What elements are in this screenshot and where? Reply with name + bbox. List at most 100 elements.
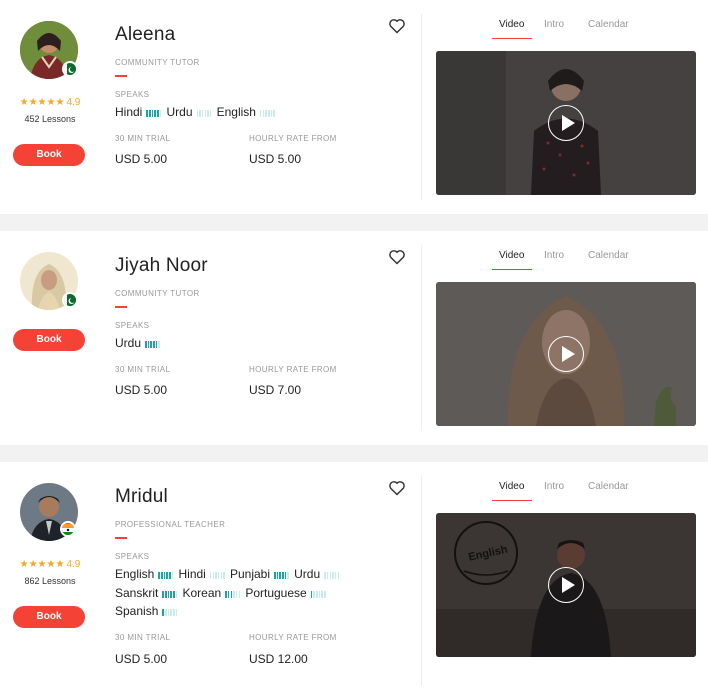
star-icon: ★★★★★ (19, 559, 65, 570)
vertical-divider (421, 245, 422, 431)
language-name: Korean (182, 586, 222, 600)
tab-calendar[interactable]: Calendar (588, 19, 629, 30)
language-name: Urdu (115, 336, 142, 350)
tutor-type: PROFESSIONAL TEACHER (115, 520, 226, 529)
language-item: Urdu (294, 567, 340, 582)
hourly-rate: USD 12.00 (249, 652, 308, 666)
speaks-label: SPEAKS (115, 90, 150, 99)
rating: ★★★★★ 4.9 (0, 97, 100, 108)
divider (115, 537, 127, 539)
proficiency-bars (310, 587, 327, 601)
language-name: Urdu (166, 105, 193, 119)
proficiency-bars (225, 587, 241, 601)
video-player[interactable] (436, 282, 696, 426)
trial-price: USD 5.00 (115, 383, 168, 397)
pakistan-flag-icon (62, 292, 78, 308)
tutor-card: ★★★★★ 4.9 862 Lessons Book Mridul PROFESS… (0, 462, 708, 691)
lesson-count: 862 Lessons (24, 576, 76, 586)
proficiency-bars (274, 568, 290, 582)
tab-video[interactable]: Video (499, 19, 524, 30)
language-list: Spanish (115, 604, 183, 619)
india-flag-icon (60, 521, 76, 537)
language-name: Hindi (115, 105, 143, 119)
rating-value: 4.9 (66, 559, 81, 570)
proficiency-bars (158, 568, 174, 582)
heart-outline-icon[interactable] (388, 249, 406, 265)
language-list: Sanskrit Korean Portuguese (115, 586, 331, 601)
active-tab-indicator (492, 269, 532, 270)
heart-outline-icon[interactable] (388, 18, 406, 34)
play-circle-icon[interactable] (548, 336, 584, 372)
video-player[interactable]: English (436, 513, 696, 657)
tab-intro[interactable]: Intro (544, 250, 564, 261)
rate-label: HOURLY RATE FROM (249, 134, 337, 143)
tutor-type: COMMUNITY TUTOR (115, 289, 200, 298)
trial-label: 30 MIN TRIAL (115, 365, 171, 374)
language-name: Sanskrit (115, 586, 159, 600)
proficiency-bars (196, 106, 213, 120)
proficiency-bars (209, 568, 226, 582)
trial-price: USD 5.00 (115, 152, 168, 166)
trial-label: 30 MIN TRIAL (115, 633, 171, 642)
pakistan-flag-icon (62, 61, 78, 77)
rate-label: HOURLY RATE FROM (249, 365, 337, 374)
language-name: Urdu (294, 567, 321, 581)
book-button[interactable]: Book (13, 329, 85, 351)
tab-intro[interactable]: Intro (544, 481, 564, 492)
proficiency-bars (145, 337, 161, 351)
tab-intro[interactable]: Intro (544, 19, 564, 30)
language-name: Spanish (115, 604, 159, 618)
divider (115, 75, 127, 77)
language-item: Hindi (115, 105, 162, 120)
active-tab-indicator (492, 38, 532, 39)
proficiency-bars (162, 605, 178, 619)
tab-calendar[interactable]: Calendar (588, 250, 629, 261)
tutor-card: ★★★★★ 4.9 452 Lessons Book Aleena COMMUNI… (0, 0, 708, 214)
language-name: Punjabi (229, 567, 270, 581)
tab-video[interactable]: Video (499, 481, 524, 492)
language-name: Portuguese (245, 586, 307, 600)
rating: ★★★★★ 4.9 (0, 559, 100, 570)
tutor-type: COMMUNITY TUTOR (115, 58, 200, 67)
book-button[interactable]: Book (13, 144, 85, 166)
trial-price: USD 5.00 (115, 652, 168, 666)
lesson-count: 452 Lessons (24, 114, 76, 124)
vertical-divider (421, 14, 422, 200)
language-item: Spanish (115, 604, 179, 619)
video-player[interactable] (436, 51, 696, 195)
hourly-rate: USD 7.00 (249, 383, 302, 397)
divider (115, 306, 127, 308)
language-item: Urdu (115, 336, 161, 351)
tutor-card: Book Jiyah Noor COMMUNITY TUTOR SPEAKS U… (0, 231, 708, 445)
active-tab-indicator (492, 500, 532, 501)
play-circle-icon[interactable] (548, 567, 584, 603)
tab-video[interactable]: Video (499, 250, 524, 261)
play-circle-icon[interactable] (548, 105, 584, 141)
language-list: English Hindi Punjabi Urdu (115, 567, 344, 582)
proficiency-bars (259, 106, 276, 120)
hourly-rate: USD 5.00 (249, 152, 302, 166)
tutor-name[interactable]: Jiyah Noor (115, 255, 208, 277)
rate-label: HOURLY RATE FROM (249, 633, 337, 642)
language-item: Punjabi (230, 567, 290, 582)
heart-outline-icon[interactable] (388, 480, 406, 496)
proficiency-bars (324, 568, 340, 582)
trial-label: 30 MIN TRIAL (115, 134, 171, 143)
speaks-label: SPEAKS (115, 552, 150, 561)
language-name: English (216, 105, 256, 119)
tutor-name[interactable]: Aleena (115, 24, 175, 46)
language-name: Hindi (178, 567, 206, 581)
star-icon: ★★★★★ (19, 97, 65, 108)
speaks-label: SPEAKS (115, 321, 150, 330)
language-list: Urdu (115, 336, 165, 351)
language-name: English (115, 567, 155, 581)
tutor-name[interactable]: Mridul (115, 486, 168, 508)
tab-calendar[interactable]: Calendar (588, 481, 629, 492)
language-list: Hindi Urdu English (115, 105, 280, 120)
proficiency-bars (146, 106, 162, 120)
proficiency-bars (162, 587, 178, 601)
language-item: English (115, 567, 174, 582)
book-button[interactable]: Book (13, 606, 85, 628)
language-item: Sanskrit (115, 586, 178, 601)
language-item: Korean (182, 586, 241, 601)
